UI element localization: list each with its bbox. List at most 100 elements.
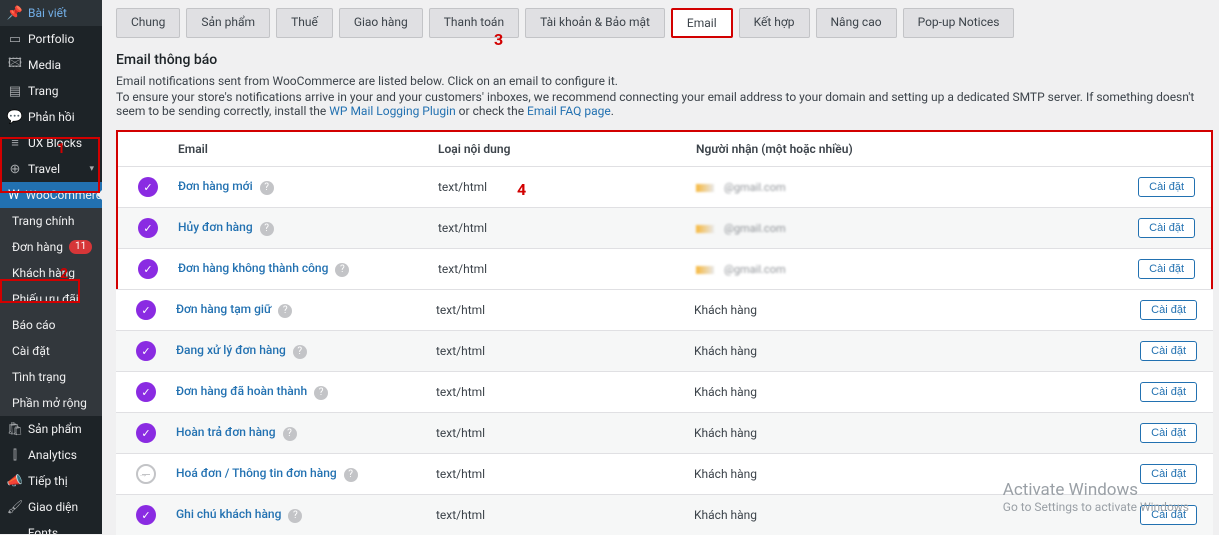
tab-giao-h-ng[interactable]: Giao hàng xyxy=(339,8,423,38)
tab-t-i-kho-n-b-o-m-t[interactable]: Tài khoản & Bảo mật xyxy=(525,8,665,38)
sidebar-sub-tình-trạng[interactable]: Tình trạng xyxy=(0,364,102,390)
sidebar-item-ux-blocks[interactable]: ≡ UX Blocks xyxy=(0,130,102,156)
sidebar-item-phản-hồi[interactable]: 💬Phản hồi xyxy=(0,104,102,130)
sidebar-item-label: Giao diện xyxy=(28,500,78,514)
help-icon[interactable]: ? xyxy=(335,263,349,277)
sidebar-item-travel[interactable]: ⊕Travel▾ xyxy=(0,156,102,182)
tab-thu-[interactable]: Thuế xyxy=(276,8,333,38)
email-row: Hoàn trả đơn hàng ? text/html Khách hàng… xyxy=(116,412,1213,453)
sidebar-sub-khách-hàng[interactable]: Khách hàng xyxy=(0,260,102,286)
tab-s-n-ph-m[interactable]: Sản phẩm xyxy=(186,8,270,38)
sidebar-item-label: Analytics xyxy=(28,448,77,462)
manage-button[interactable]: Cài đặt xyxy=(1140,423,1197,443)
menu-icon: W xyxy=(8,188,20,202)
content-type-cell: text/html xyxy=(436,344,694,358)
section-description-1: Email notifications sent from WooCommerc… xyxy=(116,74,1213,88)
manage-button[interactable]: Cài đặt xyxy=(1138,177,1195,197)
sidebar-item-label: Báo cáo xyxy=(12,318,55,332)
help-icon[interactable]: ? xyxy=(293,345,307,359)
emails-table-highlighted: Email Loại nội dung Người nhận (một hoặc… xyxy=(116,130,1213,289)
sidebar-item-fonts-plugin[interactable]: AFonts Plugin xyxy=(0,520,102,534)
sidebar-sub-báo-cáo[interactable]: Báo cáo xyxy=(0,312,102,338)
sidebar-sub-đơn-hàng[interactable]: Đơn hàng11 xyxy=(0,234,102,260)
manage-button[interactable]: Cài đặt xyxy=(1138,259,1195,279)
email-name-link[interactable]: Hoá đơn / Thông tin đơn hàng xyxy=(176,466,337,480)
th-recipient: Người nhận (một hoặc nhiều) xyxy=(696,142,1125,156)
help-icon[interactable]: ? xyxy=(344,468,358,482)
section-description-2: To ensure your store's notifications arr… xyxy=(116,90,1213,118)
sidebar-item-giao-diện[interactable]: 🖌 Giao diện xyxy=(0,494,102,520)
sidebar-item-label: Tiếp thị xyxy=(28,474,68,488)
menu-icon: ▤ xyxy=(8,84,22,98)
link-wp-mail-logging[interactable]: WP Mail Logging Plugin xyxy=(329,104,455,118)
manage-button[interactable]: Cài đặt xyxy=(1140,382,1197,402)
tab-n-ng-cao[interactable]: Nâng cao xyxy=(816,8,897,38)
content-type-cell: text/html xyxy=(436,426,694,440)
sidebar-item-sản-phẩm[interactable]: 🛍 Sản phẩm xyxy=(0,416,102,442)
sidebar-sub-cài-đặt[interactable]: Cài đặt xyxy=(0,338,102,364)
sidebar-sub-phần-mở-rộng[interactable]: Phần mở rộng xyxy=(0,390,102,416)
recipient-text: Khách hàng xyxy=(694,303,757,317)
help-icon[interactable]: ? xyxy=(283,427,297,441)
sidebar-sub-trang-chính[interactable]: Trang chính xyxy=(0,208,102,234)
sidebar-item-analytics[interactable]: ⫿Analytics xyxy=(0,442,102,468)
email-row: Đơn hàng đã hoàn thành ? text/html Khách… xyxy=(116,371,1213,412)
email-name-link[interactable]: Hủy đơn hàng xyxy=(178,220,253,234)
sidebar-item-portfolio[interactable]: ▭Portfolio xyxy=(0,26,102,52)
menu-icon: 🖌 xyxy=(8,500,22,514)
email-row: Hoá đơn / Thông tin đơn hàng ? text/html… xyxy=(116,453,1213,494)
email-name-link[interactable]: Đơn hàng không thành công xyxy=(178,261,328,275)
recipient-text: @gmail.com xyxy=(724,263,786,276)
menu-icon: 🖾 xyxy=(8,58,22,72)
help-icon[interactable]: ? xyxy=(260,181,274,195)
email-name-link[interactable]: Đơn hàng mới xyxy=(178,179,253,193)
content-type-cell: text/html xyxy=(438,262,696,276)
manage-button[interactable]: Cài đặt xyxy=(1140,300,1197,320)
tab-pop-up-notices[interactable]: Pop-up Notices xyxy=(903,8,1015,38)
manage-button[interactable]: Cài đặt xyxy=(1140,341,1197,361)
status-on-icon xyxy=(136,300,156,320)
status-off-icon xyxy=(136,464,156,484)
sidebar-item-label: WooCommerce xyxy=(26,188,102,202)
sidebar-item-label: Sản phẩm xyxy=(28,422,82,436)
help-icon[interactable]: ? xyxy=(260,222,274,236)
sidebar-item-bài-viết[interactable]: 📌Bài viết xyxy=(0,0,102,26)
manage-button[interactable]: Cài đặt xyxy=(1140,464,1197,484)
sidebar-item-label: UX Blocks xyxy=(28,136,82,150)
sidebar-item-trang[interactable]: ▤Trang xyxy=(0,78,102,104)
sidebar-item-label: Bài viết xyxy=(28,6,67,20)
link-email-faq[interactable]: Email FAQ page xyxy=(527,104,611,118)
tab-k-t-h-p[interactable]: Kết hợp xyxy=(739,8,810,38)
email-name-link[interactable]: Đơn hàng đã hoàn thành xyxy=(176,384,307,398)
email-name-link[interactable]: Ghi chú khách hàng xyxy=(176,507,281,521)
help-icon[interactable]: ? xyxy=(288,509,302,523)
sidebar-item-woocommerce[interactable]: W WooCommerce xyxy=(0,182,102,208)
menu-icon: ⊕ xyxy=(8,162,22,176)
sidebar-item-label: Trang chính xyxy=(12,214,75,228)
help-icon[interactable]: ? xyxy=(278,304,292,318)
sidebar-item-tiếp-thị[interactable]: 📣Tiếp thị xyxy=(0,468,102,494)
tab-chung[interactable]: Chung xyxy=(116,8,180,38)
menu-icon: ≡ xyxy=(8,136,22,150)
sidebar-item-label: Phiếu ưu đãi xyxy=(12,292,79,306)
recipient-text: @gmail.com xyxy=(724,222,786,235)
email-name-link[interactable]: Đang xử lý đơn hàng xyxy=(176,343,286,357)
manage-button[interactable]: Cài đặt xyxy=(1140,505,1197,525)
tab-thanh-to-n[interactable]: Thanh toán xyxy=(429,8,519,38)
menu-icon: 🛍 xyxy=(8,422,22,436)
sidebar-item-label: Đơn hàng xyxy=(12,240,63,254)
status-on-icon xyxy=(136,505,156,525)
recipient-avatar xyxy=(696,225,714,233)
tab-email[interactable]: Email xyxy=(671,8,733,38)
help-icon[interactable]: ? xyxy=(314,386,328,400)
email-row: Đơn hàng không thành công ? text/html @g… xyxy=(118,248,1211,289)
sidebar-item-media[interactable]: 🖾Media xyxy=(0,52,102,78)
email-name-link[interactable]: Đơn hàng tạm giữ xyxy=(176,302,271,316)
email-name-link[interactable]: Hoàn trả đơn hàng xyxy=(176,425,276,439)
content-type-cell: text/html xyxy=(436,385,694,399)
sidebar-sub-phiếu-ưu-đãi[interactable]: Phiếu ưu đãi xyxy=(0,286,102,312)
annotation-number-1: 1 xyxy=(57,141,65,157)
th-email: Email xyxy=(178,142,438,156)
manage-button[interactable]: Cài đặt xyxy=(1138,218,1195,238)
chevron-down-icon: ▾ xyxy=(89,164,94,174)
